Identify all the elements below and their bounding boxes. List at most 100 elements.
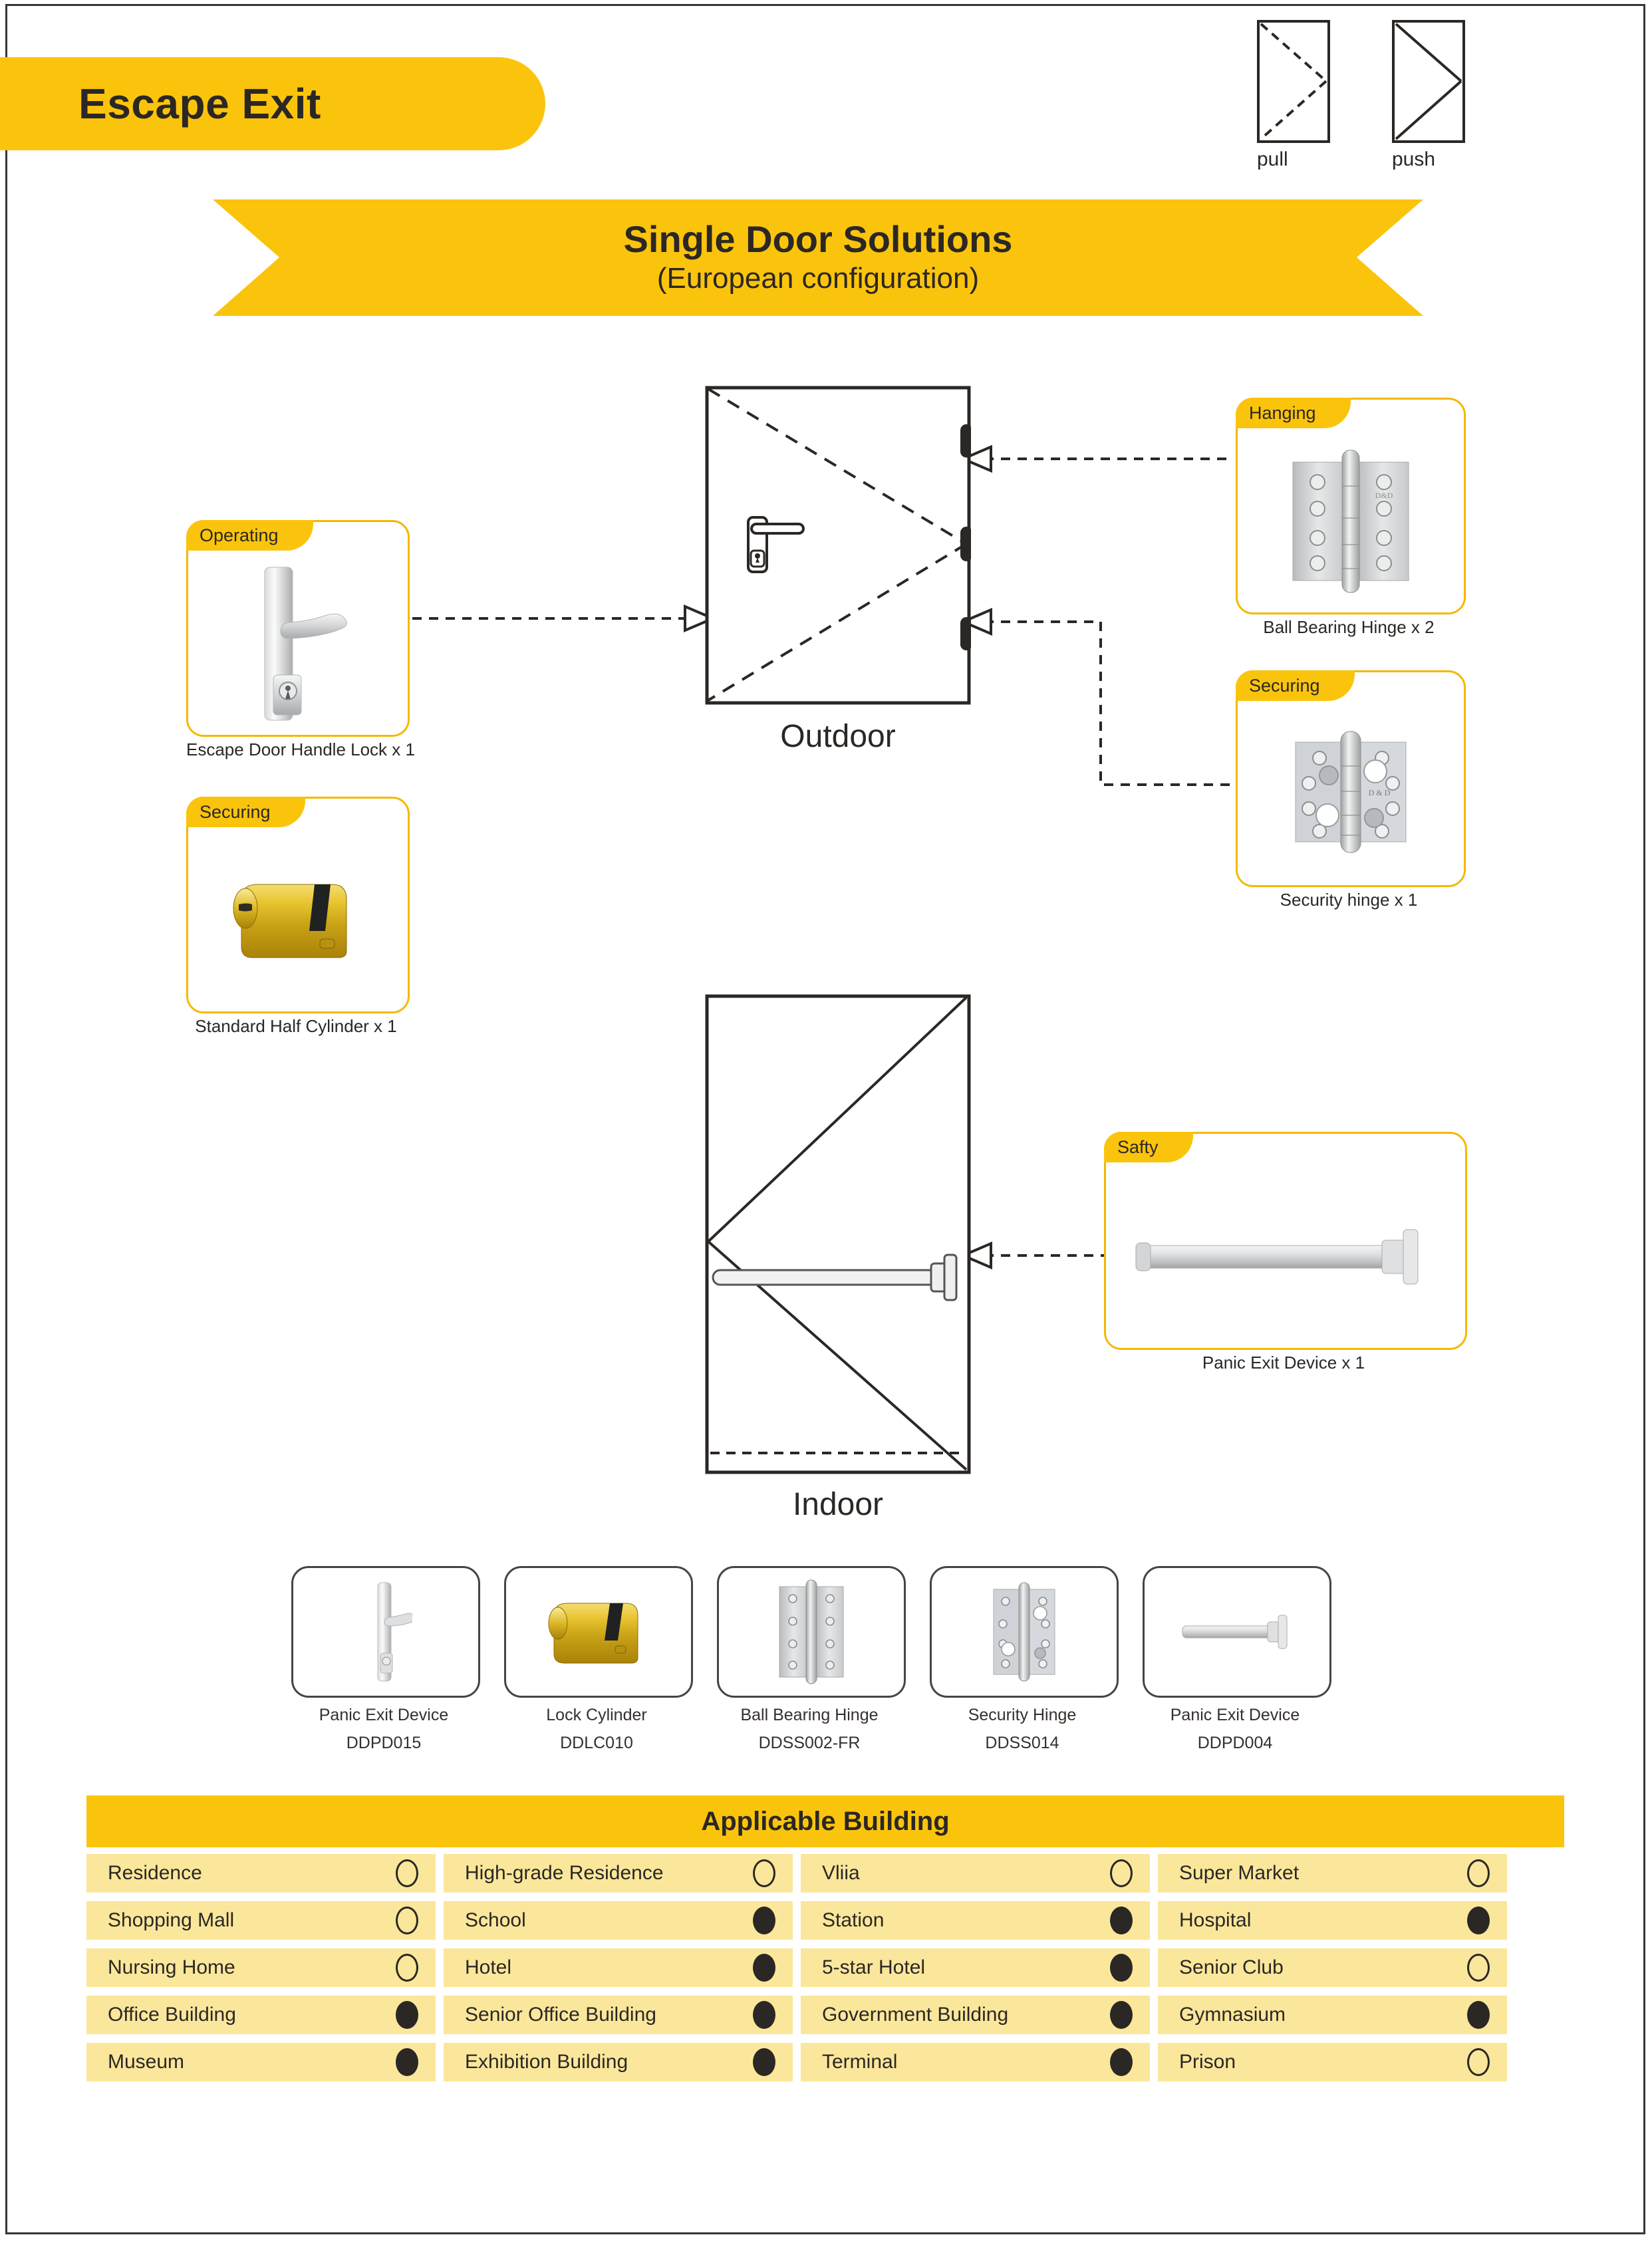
- security-hinge-glyph: D & D: [1295, 731, 1407, 853]
- thumbnail-name-4: Panic Exit Device: [1170, 1706, 1300, 1724]
- outdoor-door-diagram: Outdoor: [705, 386, 972, 754]
- callout-tag-hanging: Hanging: [1236, 398, 1351, 428]
- callout-ball-bearing-hinge: Hanging D&D: [1236, 398, 1466, 614]
- callout-escape-door-handle-lock: Operating: [186, 520, 410, 737]
- callout-standard-half-cylinder: Securing: [186, 797, 410, 1013]
- marker-empty-icon[interactable]: [396, 1907, 418, 1934]
- marker-empty-icon[interactable]: [1467, 2048, 1490, 2076]
- applicable-building-cell[interactable]: Exhibition Building: [444, 2043, 793, 2081]
- applicable-building-cell[interactable]: Gymnasium: [1158, 1996, 1507, 2034]
- marker-filled-icon[interactable]: [396, 2001, 418, 2029]
- push-icon-glyph: [1395, 23, 1462, 140]
- thumbnail-name-2: Ball Bearing Hinge: [740, 1706, 879, 1724]
- marker-filled-icon[interactable]: [753, 1954, 775, 1982]
- applicable-building-label: Hospital: [1179, 1909, 1252, 1931]
- marker-empty-icon[interactable]: [753, 1859, 775, 1887]
- thumbnail-code-1: DDLC010: [560, 1734, 633, 1752]
- pull-icon-glyph: [1260, 23, 1327, 140]
- callout-tag-operating: Operating: [186, 520, 313, 551]
- applicable-building-title: Applicable Building: [86, 1795, 1564, 1847]
- applicable-building-cell[interactable]: Prison: [1158, 2043, 1507, 2081]
- outdoor-label: Outdoor: [780, 719, 896, 754]
- thumbnail-panic-exit-device-1[interactable]: [291, 1566, 480, 1698]
- applicable-building-cell[interactable]: Nursing Home: [86, 1948, 436, 1987]
- escape-exit-label: Escape Exit: [78, 80, 321, 128]
- panic-bar-glyph: [1135, 1229, 1419, 1285]
- thumbnail-security-hinge[interactable]: [930, 1566, 1119, 1698]
- applicable-building-cell[interactable]: School: [444, 1901, 793, 1940]
- marker-filled-icon[interactable]: [753, 1907, 775, 1934]
- thumbnail-ball-bearing-hinge[interactable]: [717, 1566, 906, 1698]
- marker-empty-icon[interactable]: [1110, 1859, 1133, 1887]
- applicable-building-cell[interactable]: 5-star Hotel: [801, 1948, 1150, 1987]
- marker-empty-icon[interactable]: [396, 1954, 418, 1982]
- pull-icon-box: [1257, 20, 1330, 143]
- applicable-building-cell[interactable]: Senior Office Building: [444, 1996, 793, 2034]
- callout-caption-handle-lock: Escape Door Handle Lock x 1: [186, 739, 415, 759]
- marker-filled-icon[interactable]: [1110, 2048, 1133, 2076]
- applicable-building-label: Museum: [108, 2051, 185, 2073]
- banner-subtitle: (European configuration): [656, 261, 980, 295]
- callout-caption-ball-bearing-hinge: Ball Bearing Hinge x 2: [1263, 617, 1435, 637]
- applicable-building-label: Vliia: [822, 1862, 860, 1884]
- marker-filled-icon[interactable]: [1110, 1954, 1133, 1982]
- marker-filled-icon[interactable]: [1110, 2001, 1133, 2029]
- callout-tag-safty: Safty: [1104, 1132, 1193, 1162]
- security-hinge-image: D & D: [1238, 703, 1464, 885]
- applicable-building-label: Office Building: [108, 2004, 236, 2026]
- marker-filled-icon[interactable]: [1110, 1907, 1133, 1934]
- callout-security-hinge: Securing D & D: [1236, 670, 1466, 887]
- security-hinge-thumb-icon: [993, 1582, 1055, 1682]
- marker-filled-icon[interactable]: [753, 2001, 775, 2029]
- banner-ribbon: Single Door Solutions (European configur…: [213, 199, 1423, 316]
- applicable-building-cell[interactable]: High-grade Residence: [444, 1854, 793, 1893]
- product-thumbnail-row: Panic Exit Device DDPD015 Lock Cylinder …: [291, 1566, 1369, 1772]
- callout-tag-securing-hinge: Securing: [1236, 670, 1355, 701]
- svg-text:D&D: D&D: [1375, 491, 1393, 500]
- applicable-building-cell[interactable]: Super Market: [1158, 1854, 1507, 1893]
- applicable-building-cell[interactable]: Station: [801, 1901, 1150, 1940]
- marker-filled-icon[interactable]: [1467, 2001, 1490, 2029]
- marker-empty-icon[interactable]: [396, 1859, 418, 1887]
- marker-filled-icon[interactable]: [396, 2048, 418, 2076]
- applicable-building-cell[interactable]: Residence: [86, 1854, 436, 1893]
- banner-title: Single Door Solutions: [623, 217, 1013, 260]
- applicable-building-cell[interactable]: Terminal: [801, 2043, 1150, 2081]
- applicable-building-cell[interactable]: Senior Club: [1158, 1948, 1507, 1987]
- applicable-building-label: Terminal: [822, 2051, 898, 2073]
- thumbnail-name-3: Security Hinge: [968, 1706, 1077, 1724]
- applicable-building-grid: Residence High-grade Residence Vliia Super …: [86, 1854, 1564, 2090]
- applicable-building-label: School: [465, 1909, 526, 1931]
- thumbnail-lock-cylinder[interactable]: [504, 1566, 693, 1698]
- marker-filled-icon[interactable]: [753, 2048, 775, 2076]
- marker-empty-icon[interactable]: [1467, 1954, 1490, 1982]
- applicable-building-label: 5-star Hotel: [822, 1956, 926, 1978]
- panic-exit-device-thumb-icon: [377, 1582, 412, 1682]
- thumbnail-code-0: DDPD015: [346, 1734, 422, 1752]
- ball-bearing-hinge-thumb-icon: [779, 1579, 844, 1684]
- applicable-building-label: Government Building: [822, 2004, 1009, 2026]
- applicable-building-label: Exhibition Building: [465, 2051, 628, 2073]
- applicable-building-label: High-grade Residence: [465, 1862, 664, 1884]
- applicable-building-cell[interactable]: Hotel: [444, 1948, 793, 1987]
- applicable-building-cell[interactable]: Office Building: [86, 1996, 436, 2034]
- cylinder-glyph: [233, 884, 347, 958]
- applicable-building-cell[interactable]: Government Building: [801, 1996, 1150, 2034]
- push-icon-box: [1392, 20, 1465, 143]
- applicable-building-cell[interactable]: Museum: [86, 2043, 436, 2081]
- applicable-building-label: Super Market: [1179, 1862, 1300, 1884]
- pull-icon-label: pull: [1257, 148, 1288, 170]
- applicable-building-table: Applicable Building Residence High-grade …: [86, 1795, 1564, 2090]
- push-icon-label: push: [1392, 148, 1436, 170]
- thumbnail-code-3: DDSS014: [985, 1734, 1059, 1752]
- applicable-building-cell[interactable]: Shopping Mall: [86, 1901, 436, 1940]
- door-swing-legend: pull push: [1257, 20, 1470, 180]
- applicable-building-label: Shopping Mall: [108, 1909, 235, 1931]
- indoor-door-svg: [705, 994, 971, 1474]
- marker-filled-icon[interactable]: [1467, 1907, 1490, 1934]
- ball-bearing-hinge-image: D&D: [1238, 430, 1464, 612]
- thumbnail-panic-exit-device-2[interactable]: [1143, 1566, 1331, 1698]
- applicable-building-cell[interactable]: Hospital: [1158, 1901, 1507, 1940]
- marker-empty-icon[interactable]: [1467, 1859, 1490, 1887]
- applicable-building-cell[interactable]: Vliia: [801, 1854, 1150, 1893]
